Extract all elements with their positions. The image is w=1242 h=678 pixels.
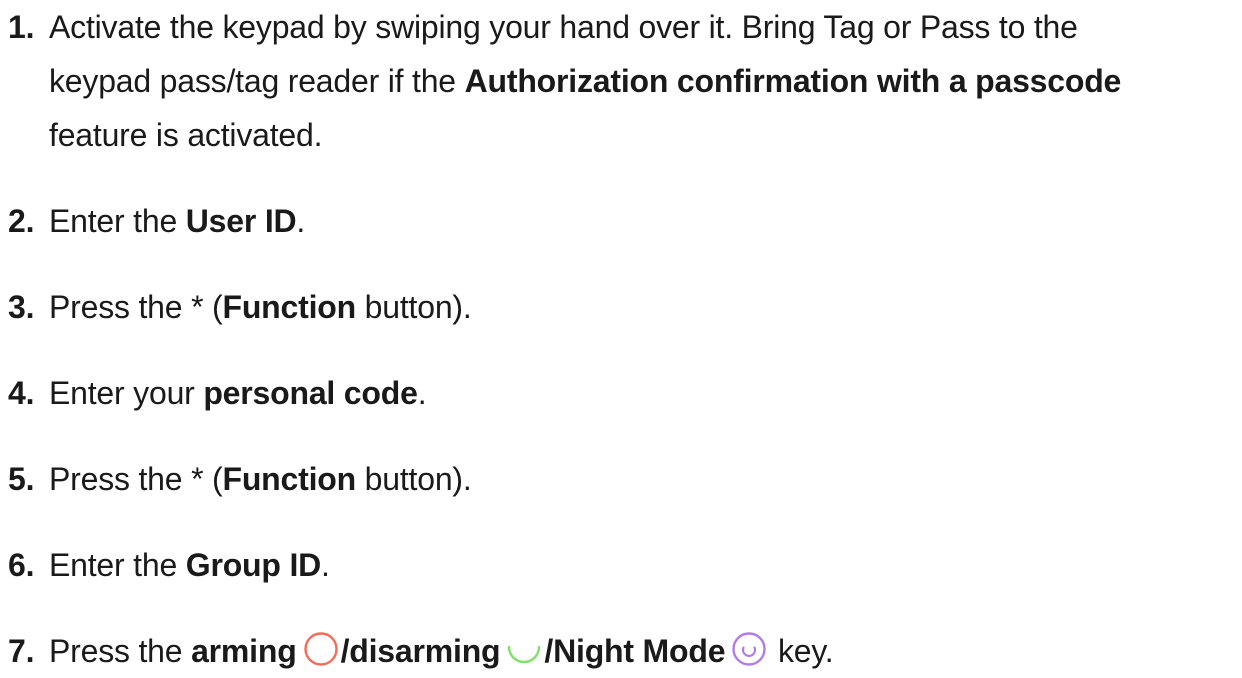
step-number: 3. <box>8 289 35 325</box>
arming-circle-icon <box>303 631 339 667</box>
step-keyword: personal code <box>203 375 418 411</box>
step-keyword: Function <box>222 461 356 497</box>
step-keyword: Function <box>222 289 356 325</box>
night-mode-icon <box>731 631 767 667</box>
step-number: 4. <box>8 375 35 411</box>
step-5: 5. Press the * (Function button). <box>8 452 1242 506</box>
feature-name: Authorization confirmation with a passco… <box>464 63 1122 99</box>
step-3: 3. Press the * (Function button). <box>8 280 1242 334</box>
step-text: Press the <box>49 633 192 669</box>
step-text: button). <box>355 461 472 497</box>
step-text: key. <box>769 633 834 669</box>
disarming-arc-icon <box>506 631 542 667</box>
step-4: 4. Enter your personal code. <box>8 366 1242 420</box>
step-text: Enter your <box>49 375 204 411</box>
step-7: 7. Press the arming/disarming/Night Mode … <box>8 624 1242 678</box>
step-keyword: Group ID <box>185 547 322 583</box>
step-text-line: Activate the keypad by swiping your hand… <box>49 9 1078 45</box>
step-number: 5. <box>8 461 35 497</box>
step-1-line-2: keypad pass/tag reader if the Authorizat… <box>8 54 1242 108</box>
step-text: Enter the <box>49 203 186 239</box>
step-6: 6. Enter the Group ID. <box>8 538 1242 592</box>
disarming-label: /disarming <box>340 633 501 669</box>
step-text: Enter the <box>49 547 186 583</box>
step-text: Press the * ( <box>49 289 223 325</box>
step-text: . <box>321 547 330 583</box>
step-text-line: keypad pass/tag reader if the <box>49 63 465 99</box>
step-text: . <box>296 203 306 239</box>
night-mode-label: /Night Mode <box>544 633 726 669</box>
step-text: button). <box>355 289 472 325</box>
step-text: Press the * ( <box>49 461 223 497</box>
step-number: 6. <box>8 547 35 583</box>
step-text: . <box>417 375 427 411</box>
step-number: 1. <box>8 9 35 45</box>
step-1-line-3: feature is activated. <box>8 108 1242 162</box>
arming-label: arming <box>191 633 297 669</box>
step-text-line: feature is activated. <box>49 117 323 153</box>
step-keyword: User ID <box>185 203 297 239</box>
step-number: 2. <box>8 203 35 239</box>
step-2: 2. Enter the User ID. <box>8 194 1242 248</box>
step-1: 1. Activate the keypad by swiping your ha… <box>8 0 1242 54</box>
step-number: 7. <box>8 633 35 669</box>
